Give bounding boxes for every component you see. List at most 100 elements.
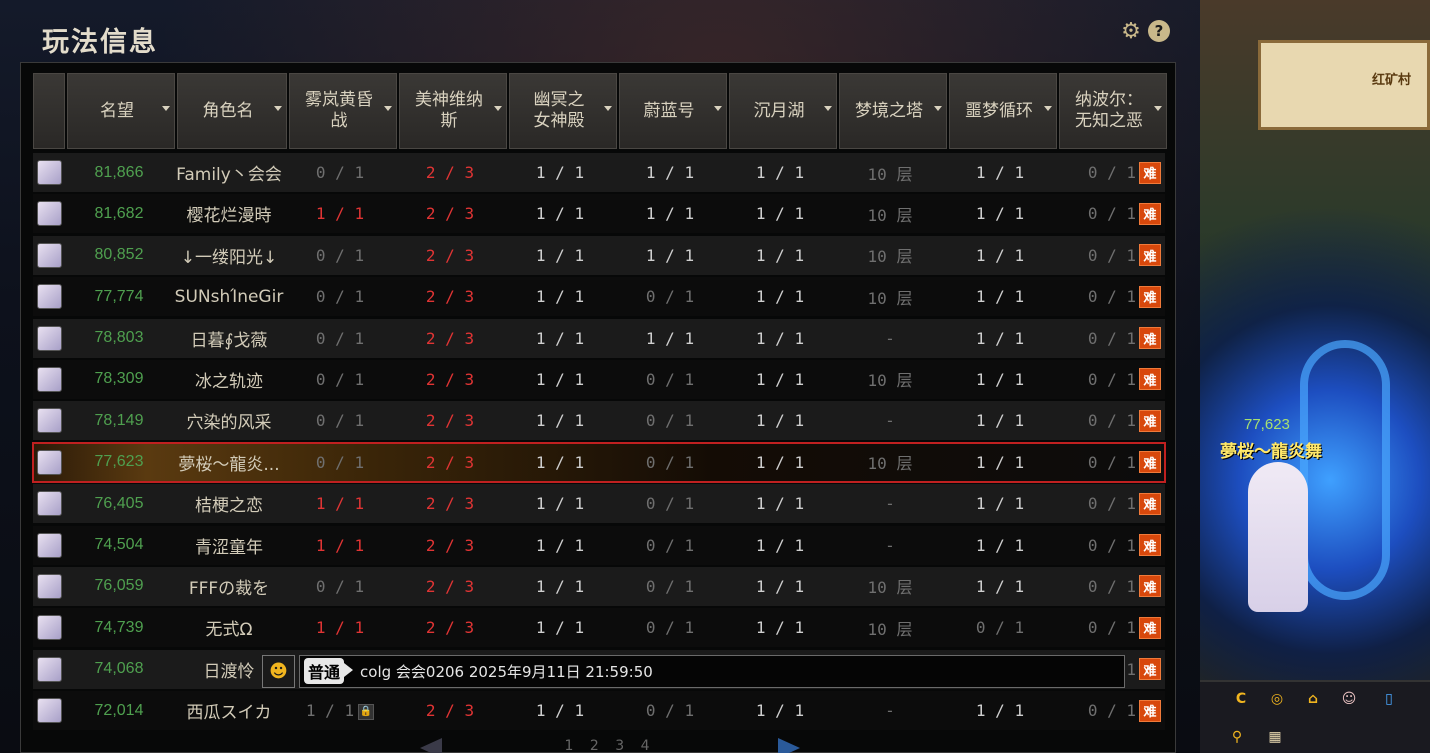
difficulty-badge-icon[interactable]: 难 [1139,575,1161,598]
progress-cell-4: 1 / 1 [725,536,835,555]
column-header-label: 雾岚黄昏 战 [305,90,373,131]
difficulty-badge-icon[interactable]: 难 [1139,451,1161,474]
column-header-3[interactable]: 美神维纳 斯 [399,73,507,149]
difficulty-badge-icon[interactable]: 难 [1139,202,1161,225]
progress-value: 0 / 1 [645,411,695,431]
chat-face-icon[interactable]: ☻ [262,654,295,688]
progress-cell-7: 0 / 1难 [1055,534,1165,557]
column-header-2[interactable]: 雾岚黄昏 战 [289,73,397,149]
sort-arrow-icon[interactable] [824,106,832,111]
sort-arrow-icon[interactable] [494,106,502,111]
sort-arrow-icon[interactable] [274,106,282,111]
progress-value: 1 / 1 [645,328,695,348]
column-header-7[interactable]: 梦境之塔 [839,73,947,149]
location-pin-icon[interactable]: ⚲ [1224,724,1250,750]
progress-cell-5: - [835,329,945,348]
difficulty-badge-icon[interactable]: 难 [1139,327,1161,350]
progress-cell-4: 1 / 1 [725,411,835,430]
column-header-0[interactable]: 名望 [67,73,175,149]
difficulty-badge-icon[interactable]: 难 [1139,492,1161,515]
progress-cell-4: 1 / 1 [725,701,835,720]
table-row[interactable]: 74,739 无式Ω 1 / 1 2 / 3 1 / 1 0 / 1 1 / 1 10 层 0 … [33,608,1165,648]
difficulty-badge-icon[interactable]: 难 [1139,658,1161,681]
fame-value: 74,504 [94,536,144,554]
column-header-5[interactable]: 蔚蓝号 [619,73,727,149]
table-row[interactable]: 74,504 青涩童年 1 / 1 2 / 3 1 / 1 0 / 1 1 / 1 - 1 / … [33,525,1165,565]
progress-cell-7: 0 / 1难 [1055,575,1165,598]
progress-cell-0: 1 / 1 🔒 [285,701,395,720]
column-header-4[interactable]: 幽冥之 女神殿 [509,73,617,149]
difficulty-badge-icon[interactable]: 难 [1139,534,1161,557]
fame-value: 76,059 [94,577,144,595]
avatar-cell [33,408,65,434]
fame-value: 78,803 [94,329,144,347]
compass-icon[interactable]: C [1228,686,1254,712]
difficulty-badge-icon[interactable]: 难 [1139,161,1161,184]
progress-value: 1 / 1 [975,411,1025,431]
difficulty-badge-icon[interactable]: 难 [1139,616,1161,639]
home-icon[interactable]: ⌂ [1300,686,1326,712]
table-row[interactable]: 81,866 Family丶会会 0 / 1 2 / 3 1 / 1 1 / 1 1 / 1… [33,153,1165,192]
progress-value: 0 / 1 [1087,411,1136,431]
progress-value: 1 / 1 [535,369,585,389]
sort-arrow-icon[interactable] [604,106,612,111]
progress-cell-6: 1 / 1 [945,163,1055,182]
column-header-label: 角色名 [202,100,254,121]
progress-cell-6: 1 / 1 [945,577,1055,596]
progress-cell-3: 1 / 1 [615,329,725,348]
table-row[interactable]: 78,149 穴染的风采 0 / 1 2 / 3 1 / 1 0 / 1 1 / 1 - 1 /… [33,401,1165,441]
calendar-icon[interactable]: ▦ [1262,724,1288,750]
table-row[interactable]: 77,774 SUNshΊneGir 0 / 1 2 / 3 1 / 1 0 / 1 1 /… [33,277,1165,317]
column-header-9[interactable]: 纳波尔： 无知之恶 [1059,73,1167,149]
progress-cell-7: 0 / 1难 [1055,699,1165,722]
difficulty-badge-icon[interactable]: 难 [1139,244,1161,267]
sort-arrow-icon[interactable] [934,106,942,111]
difficulty-badge-icon[interactable]: 难 [1139,368,1161,391]
progress-cell-1: 2 / 3 [395,701,505,720]
progress-value: 1 / 1 [755,618,805,638]
table-row[interactable]: 81,682 樱花烂漫時 1 / 1 2 / 3 1 / 1 1 / 1 1 / 1 10 层… [33,194,1165,234]
table-row[interactable]: 78,309 冰之轨迹 0 / 1 2 / 3 1 / 1 0 / 1 1 / 1 10 层 1… [33,359,1165,399]
next-page-button[interactable] [777,738,800,753]
difficulty-badge-icon[interactable]: 难 [1139,409,1161,432]
sort-arrow-icon[interactable] [1044,106,1052,111]
sort-arrow-icon[interactable] [162,106,170,111]
progress-value: 1 / 1 [755,245,805,265]
table-row[interactable]: 78,803 日暮∮戈薇 0 / 1 2 / 3 1 / 1 1 / 1 1 / 1 - 1 /… [33,318,1165,358]
progress-cell-7: 0 / 1难 [1055,368,1165,391]
sort-arrow-icon[interactable] [1154,106,1162,111]
progress-cell-7: 0 / 1难 [1055,616,1165,639]
column-header-1[interactable]: 角色名 [177,73,287,149]
avatar-icon[interactable]: ☺ [1336,686,1362,712]
character-name: 西瓜スイカ [186,703,272,724]
portal [1300,340,1390,600]
sort-arrow-icon[interactable] [714,106,722,111]
sort-arrow-icon[interactable] [384,106,392,111]
coin-icon[interactable]: ◎ [1264,686,1290,712]
difficulty-badge-icon[interactable]: 难 [1139,699,1161,722]
progress-value: 1 / 1 [755,328,805,348]
prev-page-button[interactable] [420,738,442,753]
table-row[interactable]: 80,852 ↓一缕阳光↓ 0 / 1 2 / 3 1 / 1 1 / 1 1 / 1 10 … [33,235,1165,275]
column-header-8[interactable]: 噩梦循环 [949,73,1057,149]
progress-value: 1 / 1 [315,204,365,224]
avatar [36,656,62,682]
table-row[interactable]: 72,014 西瓜スイカ 1 / 1 🔒 2 / 31 / 10 / 11 / 1-1 … [33,691,1165,731]
table-row[interactable]: 76,059 FFFの裁を 0 / 1 2 / 3 1 / 1 0 / 1 1 / 1 10 … [33,566,1165,606]
progress-cell-1: 2 / 3 [395,246,505,265]
progress-value: 2 / 3 [425,328,475,348]
progress-value: 0 / 1 [1087,452,1136,472]
card-icon[interactable]: ▯ [1376,686,1402,712]
table-row[interactable]: 76,405 桔梗之恋 1 / 1 2 / 3 1 / 1 0 / 1 1 / 1 - 1 / … [33,484,1165,524]
difficulty-badge-icon[interactable]: 难 [1139,285,1161,308]
progress-value: 1 / 1 [755,163,805,182]
help-icon[interactable]: ? [1148,20,1170,42]
progress-cell-6: 1 / 1 [945,536,1055,555]
table-row[interactable]: 77,623 夢桜～龍炎... 0 / 1 2 / 3 1 / 1 0 / 1 1 / 1 1… [32,441,1166,483]
location-sign: 红矿村 [1258,40,1430,130]
column-header-6[interactable]: 沉月湖 [729,73,837,149]
gear-icon[interactable]: ⚙ [1120,19,1142,44]
character-name: 冰之轨迹 [195,371,263,392]
progress-value: 1 / 1 [535,618,585,638]
fame-value: 74,739 [94,618,144,636]
